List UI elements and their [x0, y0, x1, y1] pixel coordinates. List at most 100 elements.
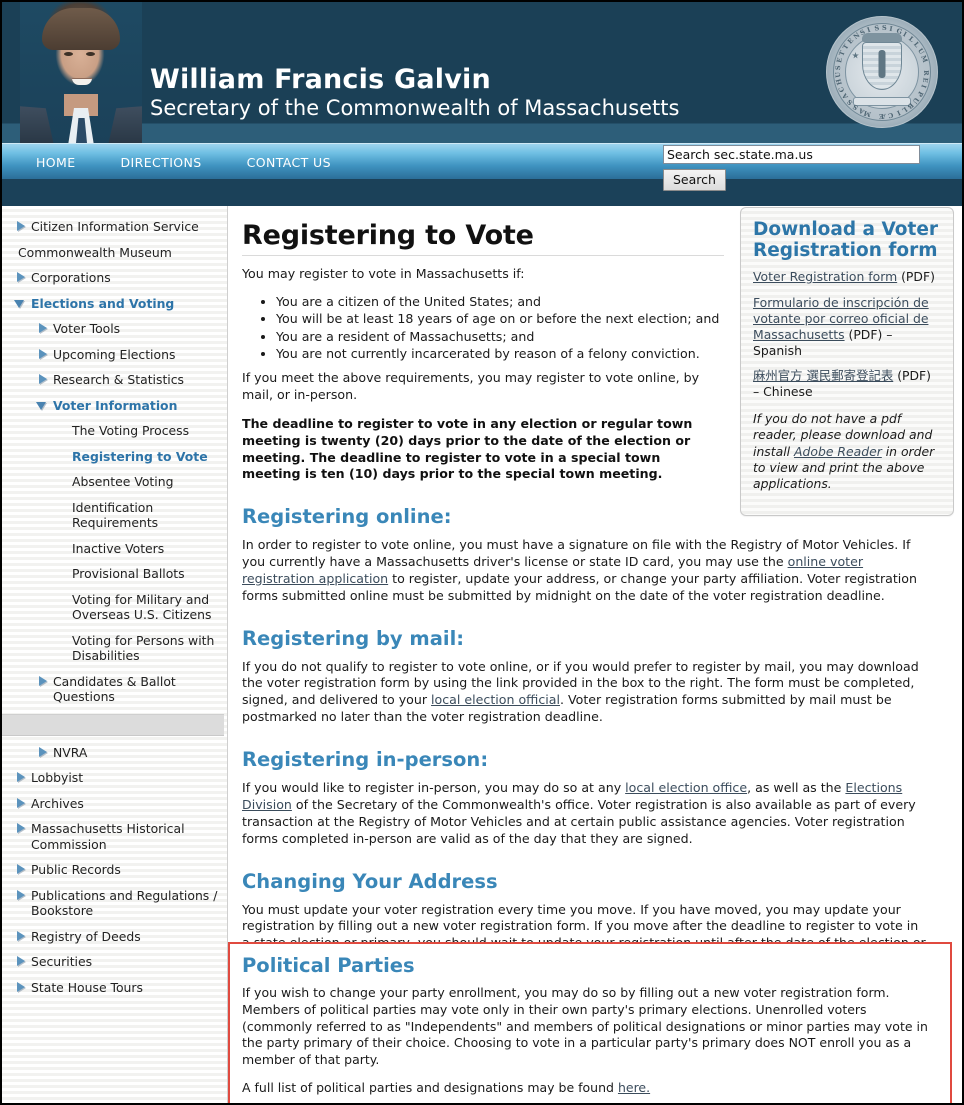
sidebox-download-link-1[interactable]: Voter Registration form	[753, 269, 897, 284]
sidebar-item-the-voting-process[interactable]: The Voting Process	[2, 418, 227, 444]
triangle-right-icon	[36, 675, 49, 688]
seal-rim-text: SIGILLUM REIPUBLICÆ MASSACHUSETTENSIS	[833, 23, 931, 121]
requirement-item: You are a resident of Massachusetts; and	[276, 328, 724, 345]
triangle-right-icon	[14, 955, 27, 968]
nav-link-directions[interactable]: DIRECTIONS	[121, 155, 202, 170]
text-run: A full list of political parties and des…	[242, 1080, 618, 1096]
deadline-notice: The deadline to register to vote in any …	[242, 416, 693, 482]
section-heading-registering-by-mail: Registering by mail:	[242, 626, 465, 650]
sidebar-item-citizen-information-service[interactable]: Citizen Information Service	[2, 214, 227, 240]
requirement-item: You will be at least 18 years of age on …	[276, 310, 724, 327]
sidebar-item-massachusetts-historical-commission[interactable]: Massachusetts Historical Commission	[2, 816, 227, 857]
sidebar-item-label: Provisional Ballots	[72, 566, 185, 581]
search-input[interactable]	[663, 145, 920, 164]
sidebar-item-state-house-tours[interactable]: State House Tours	[2, 975, 227, 1001]
sidebar-item-archives[interactable]: Archives	[2, 791, 227, 817]
sidebar-item-corporations[interactable]: Corporations	[2, 265, 227, 291]
political-parties-paragraph-2: A full list of political parties and des…	[242, 1080, 938, 1097]
search-bar-row: Search	[2, 145, 962, 206]
triangle-right-icon	[14, 771, 27, 784]
triangle-right-icon	[14, 822, 27, 835]
sidebar-item-label: Identification Requirements	[72, 499, 159, 531]
triangle-right-icon	[14, 889, 27, 902]
sidebar-item-identification-requirements[interactable]: Identification Requirements	[2, 495, 227, 536]
massachusetts-state-seal-icon: SIGILLUM REIPUBLICÆ MASSACHUSETTENSIS	[826, 16, 938, 128]
secretary-name: William Francis Galvin	[150, 64, 491, 95]
main-content: Registering to Vote You may register to …	[228, 206, 962, 1103]
triangle-right-icon	[14, 981, 27, 994]
sidebar-item-label: Elections and Voting	[31, 295, 175, 311]
intro-block: You may register to vote in Massachusett…	[242, 266, 724, 483]
download-voter-registration-form-box: Download a Voter Registration form Voter…	[740, 207, 954, 516]
sidebar-item-registering-to-vote[interactable]: Registering to Vote	[2, 444, 227, 470]
sidebar-item-label: State House Tours	[31, 979, 143, 995]
sidebar-item-label: Registry of Deeds	[31, 928, 141, 944]
triangle-down-icon	[36, 399, 49, 412]
title-divider	[242, 255, 724, 256]
site-header: William Francis Galvin Secretary of the …	[2, 2, 962, 143]
triangle-right-icon	[36, 373, 49, 386]
triangle-right-icon	[36, 322, 49, 335]
sidebar-item-label: Citizen Information Service	[31, 219, 199, 234]
sidebar-item-candidates-ballot-questions[interactable]: Candidates & Ballot Questions	[2, 669, 227, 710]
sidebar-item-nvra[interactable]: NVRA	[2, 740, 227, 766]
sidebar-item-label: Inactive Voters	[72, 540, 165, 556]
nav-link-contact-us[interactable]: CONTACT US	[247, 155, 331, 170]
sidebar-item-absentee-voting[interactable]: Absentee Voting	[2, 469, 227, 495]
requirement-item: You are a citizen of the United States; …	[276, 293, 724, 310]
sidebar-item-label: Archives	[31, 795, 84, 811]
triangle-right-icon	[14, 271, 27, 284]
sidebox-item: Voter Registration form (PDF)	[753, 269, 941, 285]
sidebar-item-voting-for-persons-with-disabilities[interactable]: Voting for Persons with Disabilities	[2, 628, 227, 669]
triangle-right-icon	[14, 220, 27, 233]
sidebar-item-registry-of-deeds[interactable]: Registry of Deeds	[2, 924, 227, 950]
search-button[interactable]: Search	[663, 169, 726, 191]
triangle-right-icon	[14, 863, 27, 876]
sidebar-item-elections-and-voting[interactable]: Elections and Voting	[2, 291, 227, 317]
sidebar-item-inactive-voters[interactable]: Inactive Voters	[2, 536, 227, 562]
text-run: (PDF)	[897, 269, 935, 285]
local-election-official-link[interactable]: local election official	[431, 692, 560, 707]
sidebox-download-link-2[interactable]: Formulario de inscripción de votante por…	[753, 295, 929, 342]
sidebox-download-link-3[interactable]: 麻州官方 選民郵寄登記表	[753, 368, 893, 383]
intro-text: You may register to vote in Massachusett…	[242, 266, 525, 281]
sidebar-item-securities[interactable]: Securities	[2, 949, 227, 975]
sidebar-item-voter-tools[interactable]: Voter Tools	[2, 316, 227, 342]
page-body: Citizen Information Service Commonwealth …	[2, 206, 962, 1103]
political-parties-callout: Political Parties If you wish to change …	[228, 942, 952, 1103]
section-text-registering-online: In order to register to vote online, you…	[242, 537, 926, 605]
section-heading-changing-your-address: Changing Your Address	[242, 869, 498, 893]
local-election-office-link[interactable]: local election office	[625, 780, 747, 795]
sidebar-item-label: Massachusetts Historical Commission	[31, 821, 185, 852]
sidebar-item-label: Commonwealth Museum	[18, 244, 172, 260]
sidebar-item-public-records[interactable]: Public Records	[2, 857, 227, 883]
sidebar-item-label: Publications and Regulations / Bookstore	[31, 887, 218, 919]
sidebar-item-label: Voter Information	[53, 397, 178, 413]
left-navigation-sidebar: Citizen Information Service Commonwealth …	[2, 206, 228, 1103]
sidebar-item-upcoming-elections[interactable]: Upcoming Elections	[2, 342, 227, 368]
sidebar-item-label: NVRA	[53, 744, 88, 760]
adobe-reader-link[interactable]: Adobe Reader	[794, 444, 882, 459]
sidebar-item-lobbyist[interactable]: Lobbyist	[2, 765, 227, 791]
sidebar-item-label: Upcoming Elections	[53, 346, 176, 362]
sidebar-item-label: Voter Tools	[53, 321, 121, 336]
text-run: If you would like to register in-person,…	[242, 780, 626, 796]
sidebar-item-label: Voting for Military and Overseas U.S. Ci…	[72, 591, 212, 623]
sidebar-item-label: Registering to Vote	[72, 448, 208, 464]
sidebar-item-research-statistics[interactable]: Research & Statistics	[2, 367, 227, 393]
full-list-of-parties-link[interactable]: here.	[618, 1080, 650, 1095]
sidebar-item-provisional-ballots[interactable]: Provisional Ballots	[2, 561, 227, 587]
sidebar-item-publications-and-regulations-bookstore[interactable]: Publications and Regulations / Bookstore	[2, 883, 227, 924]
nav-links: HOME DIRECTIONS CONTACT US	[36, 144, 331, 180]
sidebar-item-voting-for-military-and-overseas-u-s-citizens[interactable]: Voting for Military and Overseas U.S. Ci…	[2, 587, 227, 628]
sidebar-spacer-bar	[2, 713, 224, 736]
sidebar-item-voter-information[interactable]: Voter Information	[2, 393, 227, 419]
text-run: , as well as the	[747, 780, 846, 796]
sidebox-item: 麻州官方 選民郵寄登記表 (PDF) – Chinese	[753, 368, 941, 400]
sidebar-item-label: Lobbyist	[31, 770, 84, 785]
triangle-right-icon	[36, 348, 49, 361]
nav-link-home[interactable]: HOME	[36, 155, 76, 170]
triangle-down-icon	[14, 297, 27, 310]
sidebar-item-commonwealth-museum[interactable]: Commonwealth Museum	[2, 240, 227, 266]
sidebar-item-label: Corporations	[31, 270, 111, 285]
